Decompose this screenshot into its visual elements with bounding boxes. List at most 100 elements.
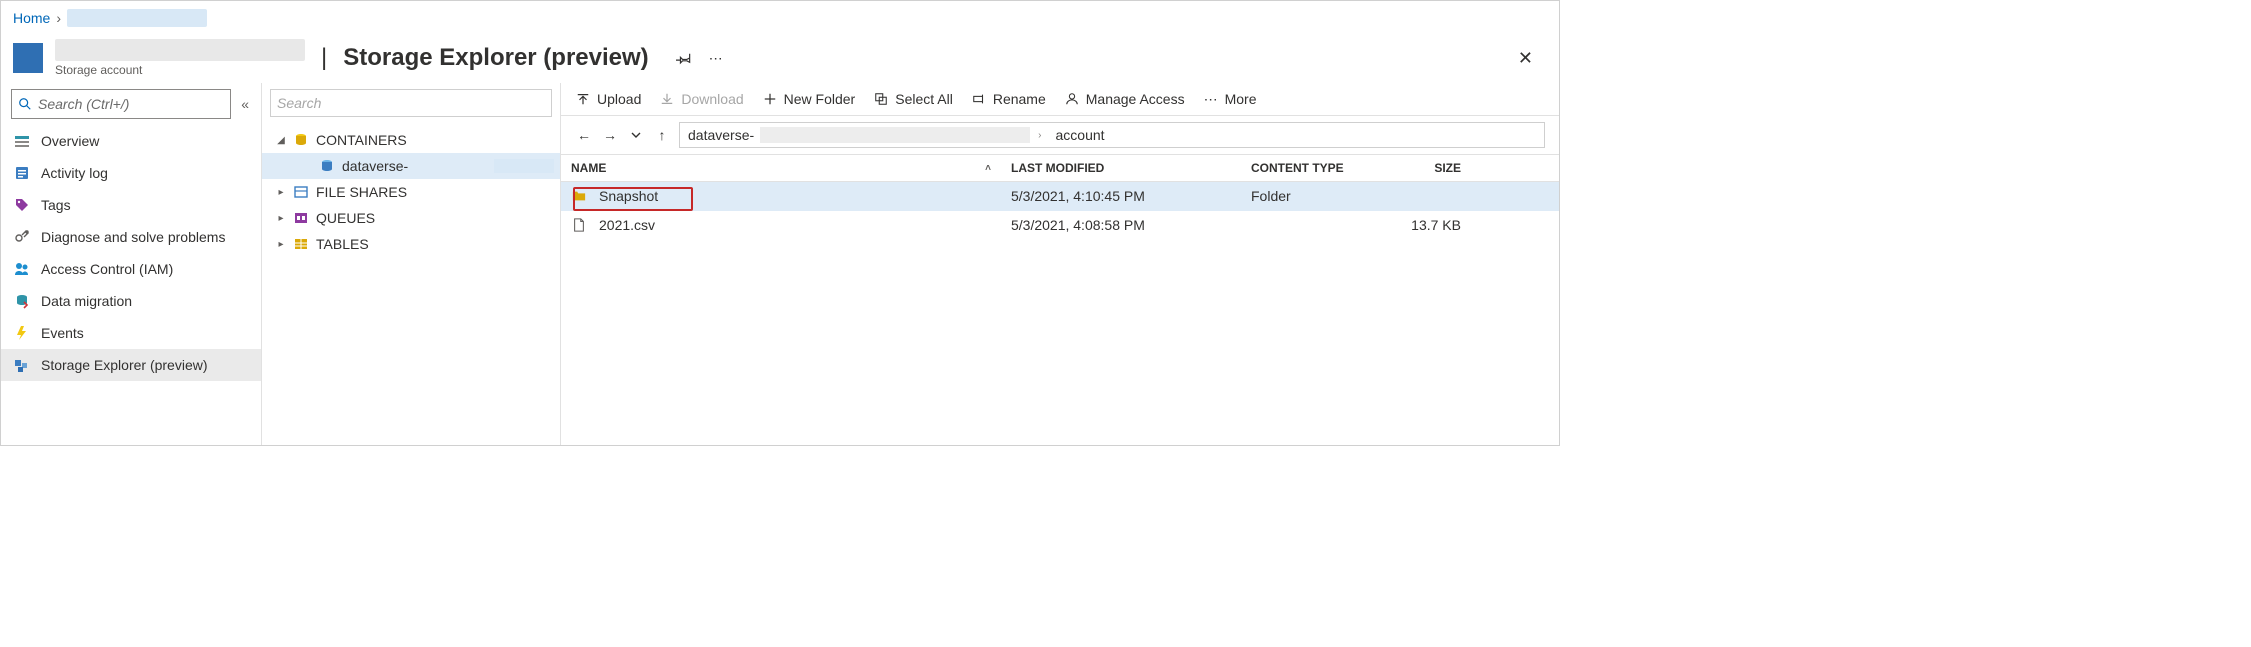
path-seg-1[interactable]: dataverse- xyxy=(680,127,1038,143)
migration-icon xyxy=(13,292,31,310)
manage-access-label: Manage Access xyxy=(1086,91,1185,107)
download-icon xyxy=(659,91,675,107)
table-row[interactable]: Snapshot5/3/2021, 4:10:45 PMFolder xyxy=(561,182,1559,211)
sidebar-search[interactable] xyxy=(11,89,231,119)
tree-node-label: CONTAINERS xyxy=(316,132,554,148)
overview-icon xyxy=(13,132,31,150)
diagnose-icon xyxy=(13,228,31,246)
sidebar-item-events[interactable]: Events xyxy=(1,317,261,349)
rename-label: Rename xyxy=(993,91,1046,107)
collapse-sidebar-icon[interactable]: « xyxy=(239,96,251,112)
path-seg-1-label: dataverse- xyxy=(688,127,754,143)
content-panel: Upload Download New Folder xyxy=(561,83,1559,445)
col-name-label: NAME xyxy=(571,161,606,175)
col-size-header[interactable]: SIZE xyxy=(1401,155,1471,181)
storage-account-icon xyxy=(13,43,43,73)
path-box[interactable]: dataverse- › account xyxy=(679,122,1545,148)
upload-icon xyxy=(575,91,591,107)
row-type xyxy=(1241,219,1401,231)
sidebar-item-label: Storage Explorer (preview) xyxy=(41,357,208,373)
toolbar: Upload Download New Folder xyxy=(561,83,1559,116)
breadcrumb: Home › xyxy=(1,1,1559,35)
nav-forward-icon[interactable]: → xyxy=(601,126,619,144)
chevron-right-icon: › xyxy=(56,10,61,26)
tags-icon xyxy=(13,196,31,214)
sidebar-item-iam[interactable]: Access Control (IAM) xyxy=(1,253,261,285)
sidebar-search-input[interactable] xyxy=(38,96,224,112)
row-size xyxy=(1401,190,1471,202)
col-type-header[interactable]: CONTENT TYPE xyxy=(1241,155,1401,181)
iam-icon xyxy=(13,260,31,278)
plus-icon xyxy=(762,91,778,107)
resource-type-label: Storage account xyxy=(55,63,305,77)
sidebar-item-explorer[interactable]: Storage Explorer (preview) xyxy=(1,349,261,381)
table-row[interactable]: 2021.csv5/3/2021, 4:08:58 PM13.7 KB xyxy=(561,211,1559,240)
sidebar-item-tags[interactable]: Tags xyxy=(1,189,261,221)
select-all-icon xyxy=(873,91,889,107)
row-size: 13.7 KB xyxy=(1401,211,1471,239)
col-name-header[interactable]: NAME ˄ xyxy=(561,155,1001,181)
search-icon xyxy=(18,97,32,111)
tree-caret-icon[interactable]: ▸ xyxy=(276,213,286,224)
tree-caret-icon[interactable]: ▸ xyxy=(276,239,286,250)
breadcrumb-home[interactable]: Home xyxy=(13,10,50,26)
sidebar: « Overview Activity log Tags Diagnose and s… xyxy=(1,83,261,445)
tree-node-fileshares[interactable]: ▸ FILE SHARES xyxy=(262,179,560,205)
new-folder-label: New Folder xyxy=(784,91,856,107)
nav-back-icon[interactable]: ← xyxy=(575,126,593,144)
more-icon[interactable]: ⋯ xyxy=(707,49,725,67)
tree-node-containers[interactable]: ◢ CONTAINERS xyxy=(262,127,560,153)
tables-icon xyxy=(292,235,310,253)
tree-panel: ◢ CONTAINERS dataverse- ▸ FILE SHARES ▸ QUEUES… xyxy=(261,83,561,445)
tree-node-label: FILE SHARES xyxy=(316,184,554,200)
row-name: Snapshot xyxy=(599,188,658,204)
tree-search[interactable] xyxy=(270,89,552,117)
tree-node-label: dataverse- xyxy=(342,158,486,174)
row-modified: 5/3/2021, 4:08:58 PM xyxy=(1001,211,1241,239)
path-seg-1-mask xyxy=(760,127,1030,143)
more-button[interactable]: ⋯ More xyxy=(1203,91,1257,107)
page-title: Storage Explorer (preview) xyxy=(343,44,648,72)
sidebar-item-migration[interactable]: Data migration xyxy=(1,285,261,317)
tree: ◢ CONTAINERS dataverse- ▸ FILE SHARES ▸ QUEUES… xyxy=(262,123,560,261)
new-folder-button[interactable]: New Folder xyxy=(762,91,856,107)
tree-caret-icon[interactable]: ◢ xyxy=(276,135,286,146)
rename-button[interactable]: Rename xyxy=(971,91,1046,107)
sidebar-item-label: Access Control (IAM) xyxy=(41,261,173,277)
pin-icon[interactable] xyxy=(675,49,693,67)
chevron-right-icon: › xyxy=(1038,130,1047,141)
tree-search-input[interactable] xyxy=(277,95,545,111)
events-icon xyxy=(13,324,31,342)
person-icon xyxy=(1064,91,1080,107)
sidebar-nav: Overview Activity log Tags Diagnose and sol… xyxy=(1,125,261,445)
sidebar-item-diagnose[interactable]: Diagnose and solve problems xyxy=(1,221,261,253)
select-all-label: Select All xyxy=(895,91,953,107)
manage-access-button[interactable]: Manage Access xyxy=(1064,91,1185,107)
fileshares-icon xyxy=(292,183,310,201)
nav-dropdown-icon[interactable] xyxy=(627,126,645,144)
file-table: NAME ˄ LAST MODIFIED CONTENT TYPE SIZE S… xyxy=(561,155,1559,445)
nav-up-icon[interactable]: ↑ xyxy=(653,126,671,144)
path-seg-2[interactable]: account xyxy=(1048,127,1113,143)
sidebar-item-label: Events xyxy=(41,325,84,341)
table-header: NAME ˄ LAST MODIFIED CONTENT TYPE SIZE xyxy=(561,155,1559,182)
tree-caret-icon[interactable]: ▸ xyxy=(276,187,286,198)
breadcrumb-resource-mask[interactable] xyxy=(67,9,207,27)
select-all-button[interactable]: Select All xyxy=(873,91,953,107)
tree-node-container[interactable]: dataverse- xyxy=(262,153,560,179)
sidebar-item-label: Tags xyxy=(41,197,71,213)
sidebar-item-overview[interactable]: Overview xyxy=(1,125,261,157)
sort-asc-icon: ˄ xyxy=(985,163,991,174)
sidebar-item-activity[interactable]: Activity log xyxy=(1,157,261,189)
tree-node-label: QUEUES xyxy=(316,210,554,226)
container-icon xyxy=(318,157,336,175)
tree-node-queues[interactable]: ▸ QUEUES xyxy=(262,205,560,231)
folder-icon xyxy=(571,188,587,204)
col-modified-header[interactable]: LAST MODIFIED xyxy=(1001,155,1241,181)
file-icon xyxy=(571,217,587,233)
close-icon[interactable]: ✕ xyxy=(1518,48,1533,69)
sidebar-item-label: Overview xyxy=(41,133,99,149)
tree-node-tables[interactable]: ▸TABLES xyxy=(262,231,560,257)
upload-button[interactable]: Upload xyxy=(575,91,641,107)
upload-label: Upload xyxy=(597,91,641,107)
